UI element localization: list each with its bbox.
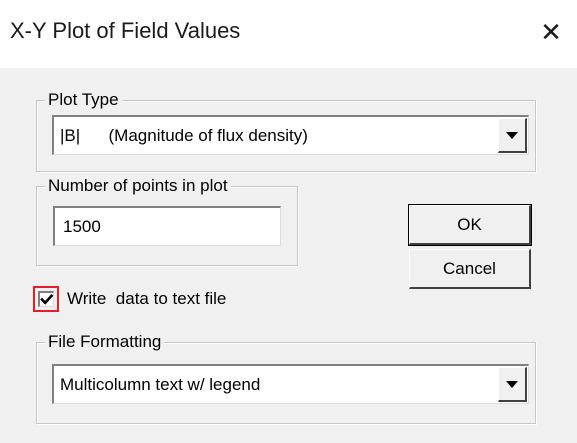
xy-plot-dialog: X-Y Plot of Field Values ✕ Plot Type |B|… (0, 0, 577, 443)
title-bar: X-Y Plot of Field Values ✕ (0, 0, 577, 68)
cancel-button[interactable]: Cancel (409, 249, 531, 289)
ok-button[interactable]: OK (408, 204, 532, 246)
file-formatting-selected-value: Multicolumn text w/ legend (60, 374, 261, 394)
write-data-checkbox-highlight[interactable] (33, 286, 59, 312)
points-group-label: Number of points in plot (45, 175, 231, 197)
chevron-down-icon[interactable] (498, 367, 527, 402)
plot-type-dropdown[interactable]: |B| (Magnitude of flux density) (52, 115, 529, 155)
points-input[interactable]: 1500 (53, 206, 281, 246)
window-title: X-Y Plot of Field Values (10, 18, 241, 43)
checkmark-icon (40, 293, 54, 305)
plot-type-group-label: Plot Type (45, 89, 122, 111)
file-formatting-dropdown[interactable]: Multicolumn text w/ legend (52, 364, 529, 404)
write-data-label[interactable]: Write data to text file (67, 287, 226, 311)
plot-type-selected-value: |B| (Magnitude of flux density) (60, 125, 308, 145)
file-formatting-group-label: File Formatting (45, 331, 165, 353)
chevron-down-icon[interactable] (498, 118, 527, 153)
close-icon[interactable]: ✕ (529, 10, 573, 54)
write-data-checkbox[interactable] (38, 291, 54, 307)
